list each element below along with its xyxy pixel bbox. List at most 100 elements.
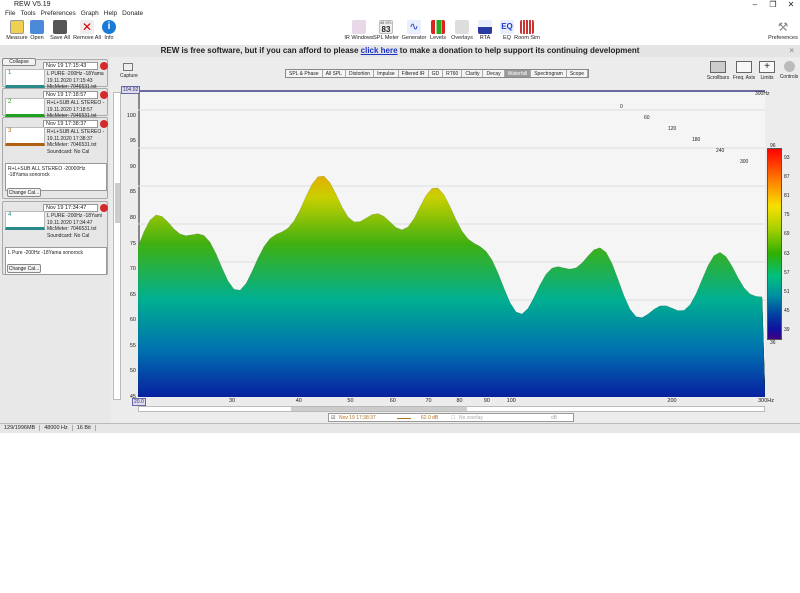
colorbar-tick: 39 — [784, 327, 790, 334]
ir-windows-icon — [352, 20, 366, 34]
y-tick-label: 80 — [129, 214, 136, 221]
waterfall-slice — [138, 176, 765, 397]
info-label: Info — [104, 35, 114, 41]
time-tick-label: 240 — [716, 148, 725, 154]
change-cal-button[interactable]: Change Cal... — [7, 188, 41, 197]
menu-graph[interactable]: Graph — [81, 10, 99, 17]
info-icon: i — [102, 20, 116, 34]
controls-button[interactable]: Controls — [777, 61, 800, 80]
measurement-date-field[interactable]: Nov 19 17:34:47 — [43, 204, 98, 212]
tab-scope[interactable]: Scope — [567, 70, 589, 77]
graph-tabs: SPL & Phase All SPL Distortion Impulse Filte… — [285, 69, 590, 78]
tab-spectrogram[interactable]: Spectrogram — [531, 70, 567, 77]
y-tick-label: 75 — [129, 240, 136, 247]
x-tick-label: 100 — [506, 398, 516, 404]
preferences-button[interactable]: ⚒ Preferences — [766, 19, 800, 45]
capture-button[interactable]: Capture — [120, 63, 138, 79]
save-icon — [53, 20, 67, 34]
donate-link[interactable]: click here — [361, 46, 398, 55]
measurement-info-line: R+L+SUB ALL STEREO - — [47, 129, 105, 135]
capture-label: Capture — [120, 73, 138, 79]
menu-preferences[interactable]: Preferences — [41, 10, 76, 17]
measurement-info: L PURE -200Hz -18Yami 19.11.2020 17:34:47… — [47, 213, 102, 239]
legend-name: Nov 19 17:38:37 — [339, 415, 376, 421]
colorbar-tick: 75 — [784, 212, 790, 219]
y-tick-label: 50 — [129, 368, 136, 375]
scrollbars-button[interactable]: Scrollbars — [706, 61, 730, 81]
menu-file[interactable]: File — [5, 10, 15, 17]
status-bar: 129/1996MB 48000 Hz 16 Bit — [0, 423, 800, 433]
tab-gd[interactable]: GD — [429, 70, 444, 77]
time-tick-label: 0 — [620, 104, 623, 110]
collapse-button[interactable]: Collapse — [2, 58, 36, 66]
overlay-label: No overlay — [459, 415, 483, 421]
colorbar-tick: 45 — [784, 308, 790, 315]
measurement-card[interactable]: Nov 19 17:38:37 3 R+L+SUB ALL STEREO -19.1… — [2, 117, 108, 199]
measurement-notes[interactable]: R+L+SUB ALL STEREO -20000Hz -18Yama sono… — [5, 163, 107, 191]
overlays-icon — [455, 20, 469, 34]
folder-icon — [30, 20, 44, 34]
horizontal-scrollbar[interactable] — [138, 406, 765, 412]
remove-measurement-icon[interactable] — [100, 204, 108, 212]
measurement-thumbnail: 1 — [5, 69, 45, 88]
measurement-thumbnail: 4 — [5, 211, 45, 230]
hscroll-thumb[interactable] — [291, 407, 467, 411]
close-button[interactable]: ✕ — [782, 0, 800, 10]
room-sim-icon — [520, 20, 534, 34]
measurement-info-line: L PURE -200Hz -18Yama — [47, 71, 104, 77]
measurement-info-line: L PURE -200Hz -18Yami — [47, 213, 103, 219]
tab-impulse[interactable]: Impulse — [374, 70, 399, 77]
legend-checkbox[interactable]: ☑ — [331, 414, 335, 422]
tab-distortion[interactable]: Distortion — [346, 70, 375, 77]
remove-measurement-icon[interactable] — [100, 91, 108, 99]
measurement-number: 4 — [8, 212, 12, 218]
tab-decay[interactable]: Decay — [483, 70, 505, 77]
tab-filtered-ir[interactable]: Filtered IR — [399, 70, 429, 77]
info-button[interactable]: i Info — [92, 19, 126, 45]
spl-value: 83 — [381, 25, 391, 34]
measurement-number: 3 — [8, 128, 12, 134]
measurement-card[interactable]: Nov 19 17:18:57 2 R+L+SUB ALL STEREO -19.1… — [2, 88, 108, 119]
maximize-button[interactable]: ❐ — [764, 0, 782, 10]
measurement-info: R+L+SUB ALL STEREO -19.11.2020 17:38:37 M… — [47, 129, 104, 155]
y-max-box[interactable]: 104.92 — [121, 86, 141, 94]
time-tick-label: 120 — [668, 126, 677, 132]
x-tick-label: 80 — [456, 398, 463, 404]
measurement-thumbnail: 3 — [5, 127, 45, 146]
wrench-icon: ⚒ — [777, 20, 789, 34]
tab-rt60[interactable]: RT60 — [443, 70, 463, 77]
menu-tools[interactable]: Tools — [20, 10, 35, 17]
banner-close-icon[interactable]: × — [789, 45, 794, 57]
limits-button[interactable]: + Limits — [755, 61, 779, 81]
measurement-date-field[interactable]: Nov 19 17:18:57 — [43, 91, 98, 99]
measurement-date-field[interactable]: Nov 19 17:38:37 — [43, 120, 98, 128]
room-sim-button[interactable]: Room Sim — [510, 19, 544, 45]
toolbar: Measure Open Save All ✕ Remove All i Info … — [0, 19, 800, 45]
minimize-button[interactable]: – — [746, 0, 764, 10]
tab-all-spl[interactable]: All SPL — [323, 70, 346, 77]
tab-waterfall[interactable]: Waterfall — [504, 70, 532, 77]
y-tick-label: 60 — [129, 317, 136, 324]
time-tick-label: 60 — [644, 115, 650, 121]
waterfall-surface — [138, 109, 765, 397]
menu-donate[interactable]: Donate — [122, 10, 143, 17]
colorbar-tick: 63 — [784, 250, 790, 257]
measurement-date-field[interactable]: Nov 19 17:15:43 — [43, 62, 98, 70]
remove-measurement-icon[interactable] — [100, 120, 108, 128]
measurement-card[interactable]: Nov 19 17:34:47 4 L PURE -200Hz -18Yami 19.… — [2, 201, 108, 275]
freq-axis-icon — [736, 61, 752, 73]
overlay-checkbox[interactable]: ☐ — [451, 414, 455, 422]
menu-bar: File Tools Preferences Graph Help Donate — [0, 10, 800, 19]
remove-measurement-icon[interactable] — [100, 62, 108, 70]
camera-icon — [123, 63, 133, 71]
x-min-box[interactable]: 20.0 — [132, 398, 146, 406]
change-cal-button[interactable]: Change Cal... — [7, 264, 41, 273]
tab-clarity[interactable]: Clarity — [462, 70, 484, 77]
menu-help[interactable]: Help — [104, 10, 117, 17]
title-bar: REW V5.19 – ❐ ✕ — [0, 0, 800, 10]
tab-spl-phase[interactable]: SPL & Phase — [286, 70, 323, 77]
x-tick-label: 70 — [425, 398, 432, 404]
freq-axis-button[interactable]: Freq. Axis — [732, 61, 756, 81]
time-tick-label: 300 — [740, 159, 749, 165]
colorbar-tick: 36 — [770, 340, 776, 346]
